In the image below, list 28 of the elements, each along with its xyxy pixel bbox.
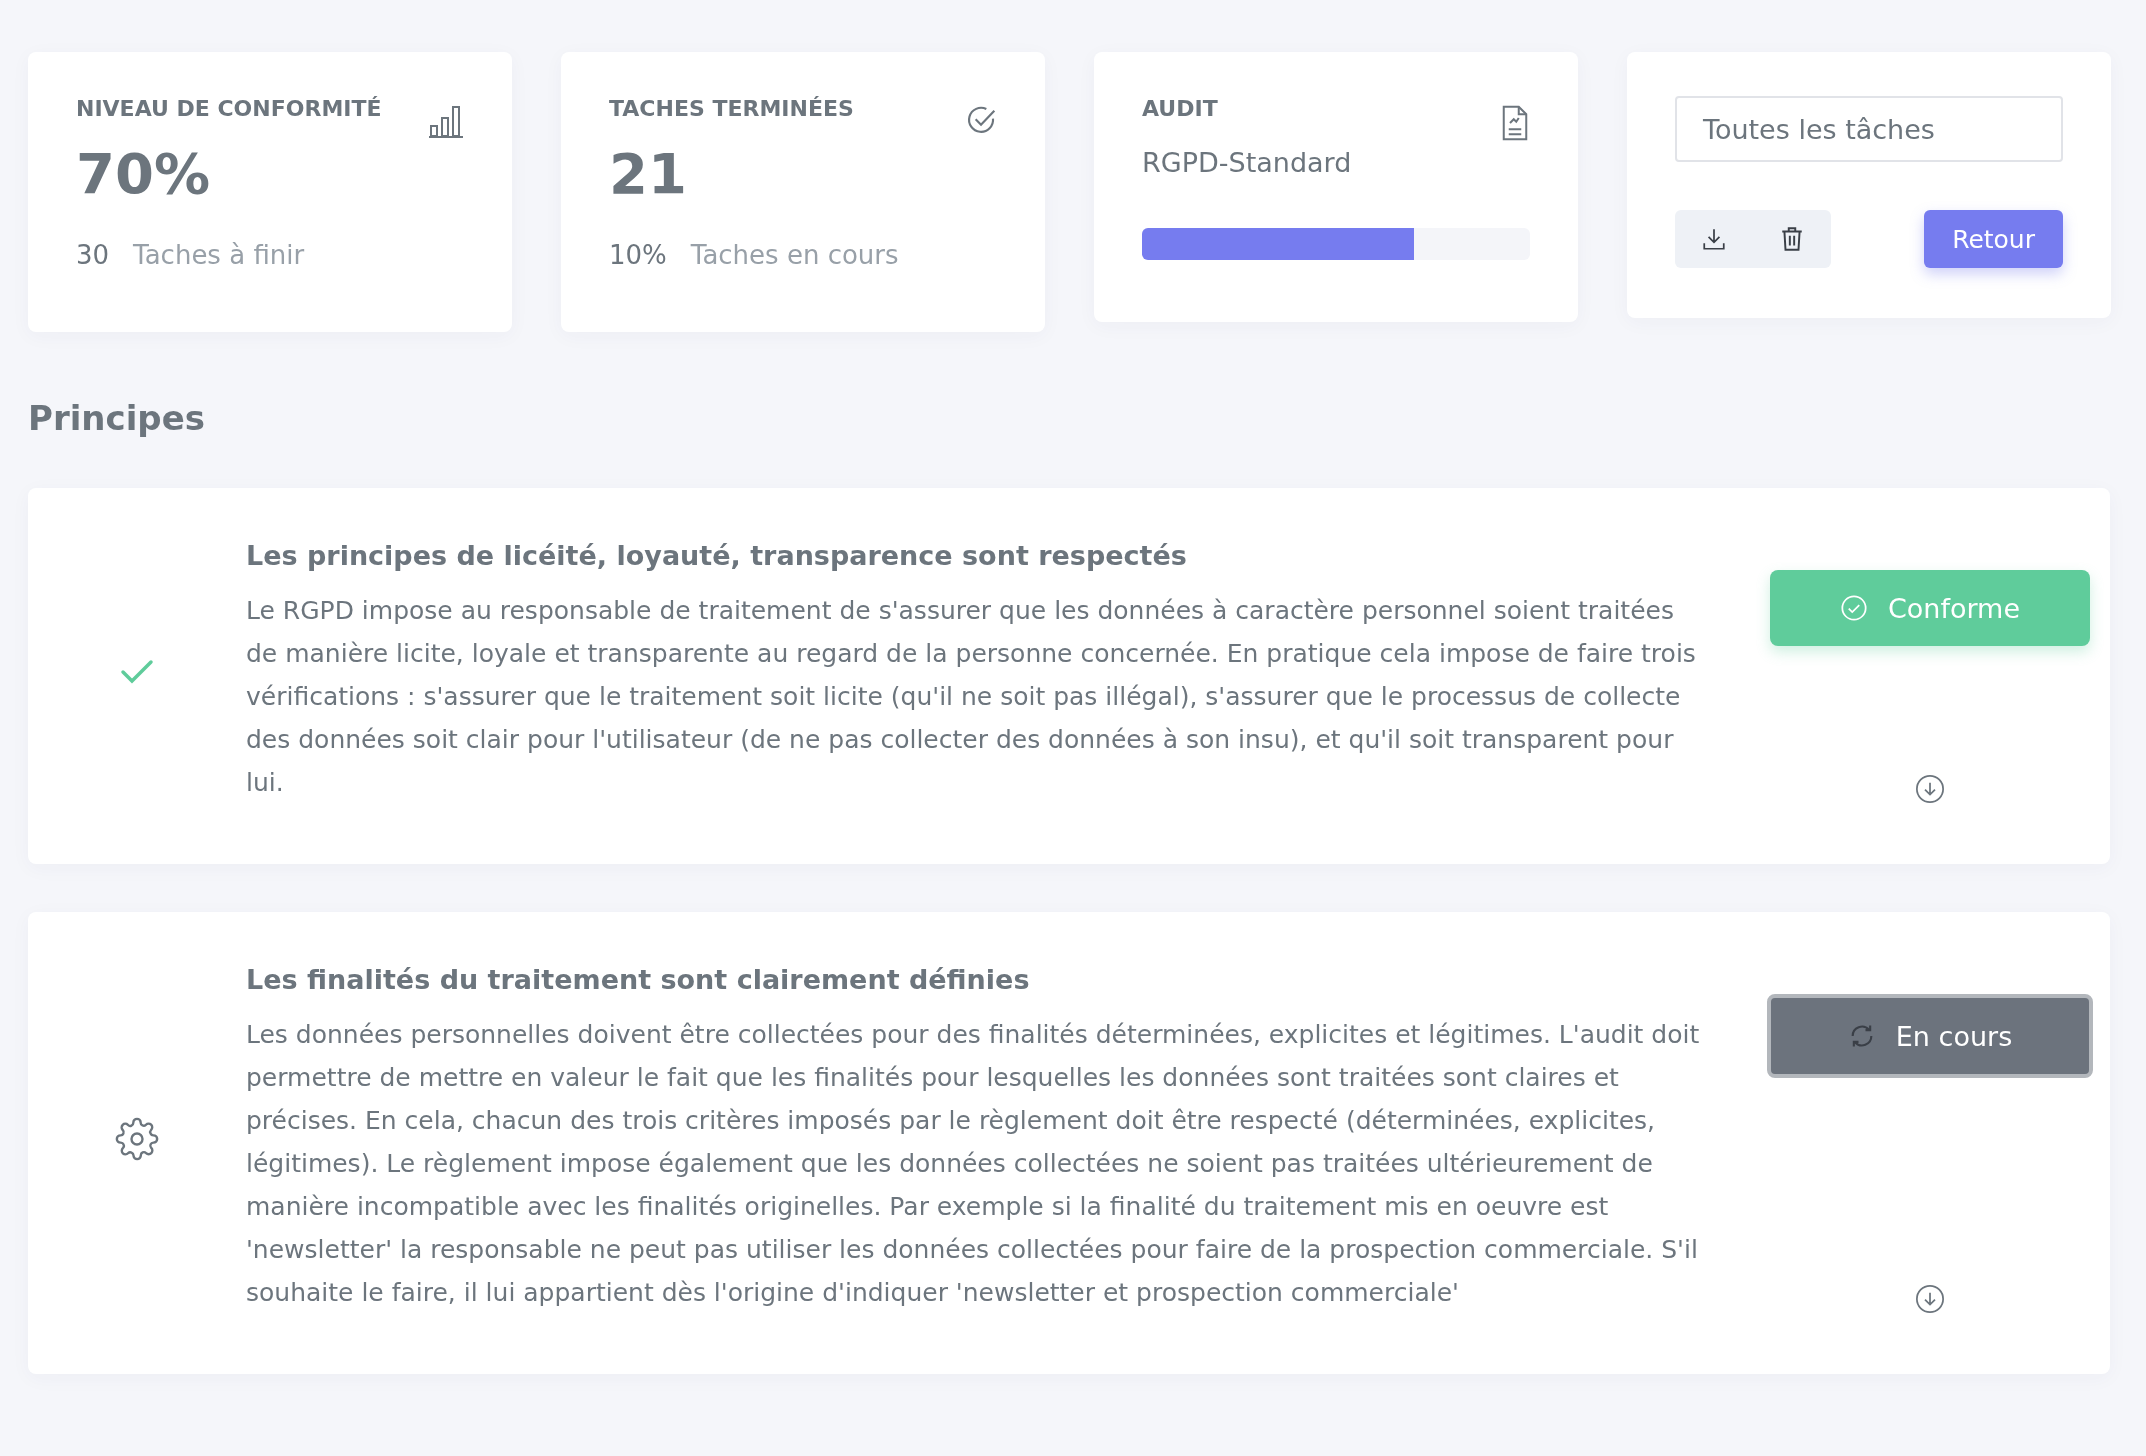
check-circle-icon (1839, 594, 1868, 622)
document-icon (1500, 104, 1530, 142)
gear-icon (115, 1117, 159, 1161)
stat-title: TACHES TERMINÉES (609, 96, 855, 121)
section-title: Principes (28, 398, 206, 438)
stat-value: 70% (76, 141, 212, 206)
status-button[interactable]: En cours (1767, 994, 2093, 1078)
trash-icon (1781, 226, 1803, 252)
back-button[interactable]: Retour (1924, 210, 2063, 268)
download-icon (1701, 226, 1727, 252)
stat-title: NIVEAU DE CONFORMITÉ (76, 96, 383, 121)
check-icon (120, 659, 154, 685)
stat-sub-label: Taches en cours (690, 240, 899, 270)
download-circle-icon[interactable] (1915, 1284, 1945, 1314)
audit-title: AUDIT (1142, 96, 1219, 121)
stat-sub-value: 10% (609, 240, 667, 270)
principle-description: Les données personnelles doivent être collectées pour des finalités déterminées, explicites et légitimes. L'audit doit permettre de mettre en valeur le fait que les finalités pour lesquelles les données sont traitées sont claires et précises. En cela, chacun des trois critères imposés par le règlement doit être respecté (déterminées, explicites, légitimes). Le règlement impose également que les données collectées ne soient pas traitées ultérieurement de manière incompatible avec les finalités originelles. Par exemple si la finalité du traitement mis en oeuvre est 'newsletter' la responsable ne peut pas utiliser les données collectées pour faire de la prospection commerciale. S'il souhaite le faire, il lui appartient dès l'origine d'indiquer 'newsletter et prospection commerciale' (246, 1019, 1701, 1309)
task-filter-select[interactable]: Toutes les tâches (1675, 96, 2063, 162)
principle-title: Les principes de licéité, loyauté, transparence sont respectés (246, 540, 1188, 571)
stat-sub-label: Taches à finir (133, 240, 305, 270)
download-circle-icon[interactable] (1915, 774, 1945, 804)
bar-chart-icon (428, 104, 464, 138)
audit-name: RGPD-Standard (1142, 147, 1353, 178)
principle-title: Les finalités du traitement sont clairement définies (246, 964, 1031, 995)
stat-value: 21 (609, 141, 688, 206)
principle-description: Le RGPD impose au responsable de traitement de s'assurer que les données à caractère personnel soient traitées de manière licite, loyale et transparente au regard de la personne concernée. En pratique cela impose de faire trois vérifications : s'assurer que le traitement soit licite (qu'il ne soit pas illégal), s'assurer que le processus de collecte des données soit clair pour l'utilisateur (de ne pas collecter des données à son insu), et qu'il soit transparent pour lui. (246, 595, 1697, 799)
check-circle-icon (965, 104, 997, 136)
stat-sub-value: 30 (76, 240, 110, 270)
